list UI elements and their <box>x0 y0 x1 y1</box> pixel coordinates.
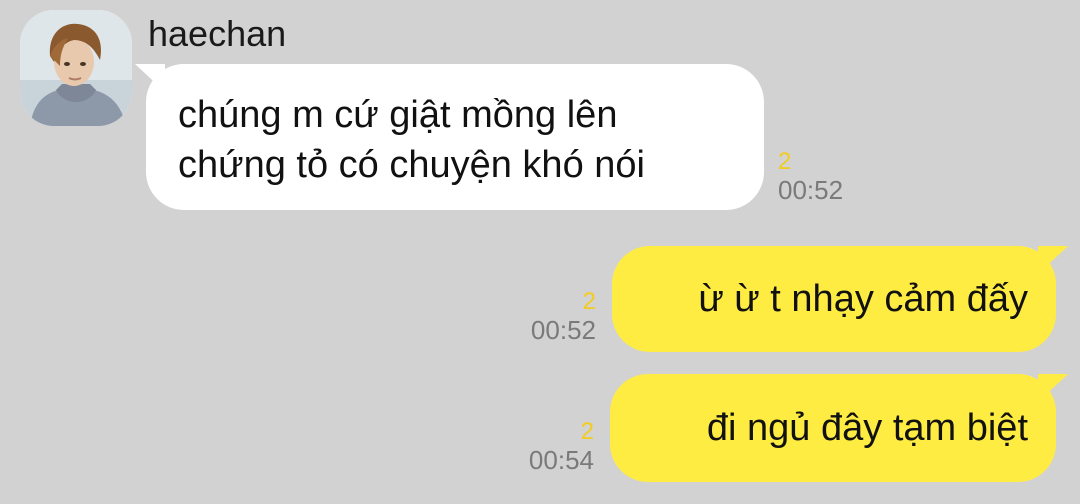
bubble-tail-icon <box>1038 374 1068 402</box>
message-text: đi ngủ đây tạm biệt <box>706 406 1028 449</box>
outgoing-message-bubble[interactable]: ừ ừ t nhạy cảm đấy <box>612 246 1068 352</box>
bubble-tail-icon <box>1038 246 1068 274</box>
message-time: 00:52 <box>778 175 844 205</box>
avatar[interactable] <box>20 10 132 126</box>
profile-photo-icon <box>20 10 132 126</box>
message-meta: 2 00:52 <box>778 148 843 204</box>
message-text: chúng m cứ giật mồng lên chứng tỏ có chu… <box>178 94 645 186</box>
bubble-tail-icon <box>135 64 165 92</box>
incoming-message-bubble[interactable]: chúng m cứ giật mồng lên chứng tỏ có chu… <box>135 64 764 210</box>
unread-count: 2 <box>778 148 792 175</box>
outgoing-message-bubble[interactable]: đi ngủ đây tạm biệt <box>610 374 1068 482</box>
message-text: ừ ừ t nhạy cảm đấy <box>698 277 1028 320</box>
sender-name: haechan <box>148 13 287 54</box>
unread-count: 2 <box>580 418 594 445</box>
message-time: 00:52 <box>530 315 596 345</box>
message-meta: 2 00:52 <box>531 288 596 344</box>
unread-count: 2 <box>582 288 596 315</box>
message-meta: 2 00:54 <box>529 418 594 474</box>
message-time: 00:54 <box>528 445 594 475</box>
